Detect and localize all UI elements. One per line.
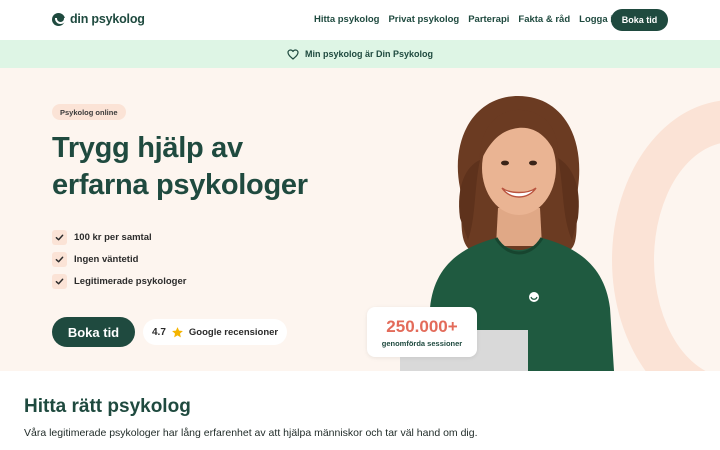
feature-label: 100 kr per samtal xyxy=(74,231,152,243)
logo-text: din psykolog xyxy=(70,12,145,26)
sessions-label: genomförda sessioner xyxy=(381,338,463,348)
sessions-count: 250.000+ xyxy=(386,316,458,336)
hero-section: Psykolog online Trygg hjälp av erfarna p… xyxy=(0,68,720,371)
logo[interactable]: din psykolog xyxy=(52,12,145,26)
hero-title-line-2: erfarna psykologer xyxy=(52,169,308,201)
rating-label: Google recensioner xyxy=(188,326,279,338)
promo-banner: Min psykolog är Din Psykolog xyxy=(0,40,720,68)
feature-item: Ingen väntetid xyxy=(52,248,186,270)
book-button-hero[interactable]: Boka tid xyxy=(52,317,135,347)
sessions-stat-card: 250.000+ genomförda sessioner xyxy=(367,307,477,357)
hero-title: Trygg hjälp av erfarna psykologer xyxy=(52,130,382,204)
check-icon xyxy=(52,273,67,289)
main-nav: Hitta psykolog Privat psykolog Parterapi… xyxy=(314,14,628,25)
section-title: Hitta rätt psykolog xyxy=(24,396,191,417)
nav-hitta-psykolog[interactable]: Hitta psykolog xyxy=(314,14,379,25)
rating-value: 4.7 xyxy=(152,326,166,338)
nav-parterapi[interactable]: Parterapi xyxy=(468,14,509,25)
google-rating[interactable]: 4.7 Google recensioner xyxy=(143,319,288,345)
banner-text: Min psykolog är Din Psykolog xyxy=(304,49,434,59)
feature-label: Legitimerade psykologer xyxy=(74,275,187,287)
check-icon xyxy=(52,229,67,245)
hero-title-line-1: Trygg hjälp av xyxy=(52,132,243,164)
star-icon xyxy=(171,326,183,337)
check-icon xyxy=(52,251,67,267)
feature-list: 100 kr per samtal Ingen väntetid Legitim… xyxy=(52,226,186,292)
nav-privat-psykolog[interactable]: Privat psykolog xyxy=(388,14,459,25)
site-header: din psykolog Hitta psykolog Privat psyko… xyxy=(0,0,720,40)
feature-item: Legitimerade psykologer xyxy=(52,270,186,292)
book-button-header[interactable]: Boka tid xyxy=(611,9,668,31)
logo-icon xyxy=(52,12,66,26)
feature-item: 100 kr per samtal xyxy=(52,226,186,248)
heart-icon xyxy=(287,48,299,60)
badge-psykolog-online: Psykolog online xyxy=(52,104,126,120)
section-text: Våra legitimerade psykologer har lång er… xyxy=(24,427,478,439)
feature-label: Ingen väntetid xyxy=(74,253,139,265)
nav-fakta-rad[interactable]: Fakta & råd xyxy=(518,14,570,25)
